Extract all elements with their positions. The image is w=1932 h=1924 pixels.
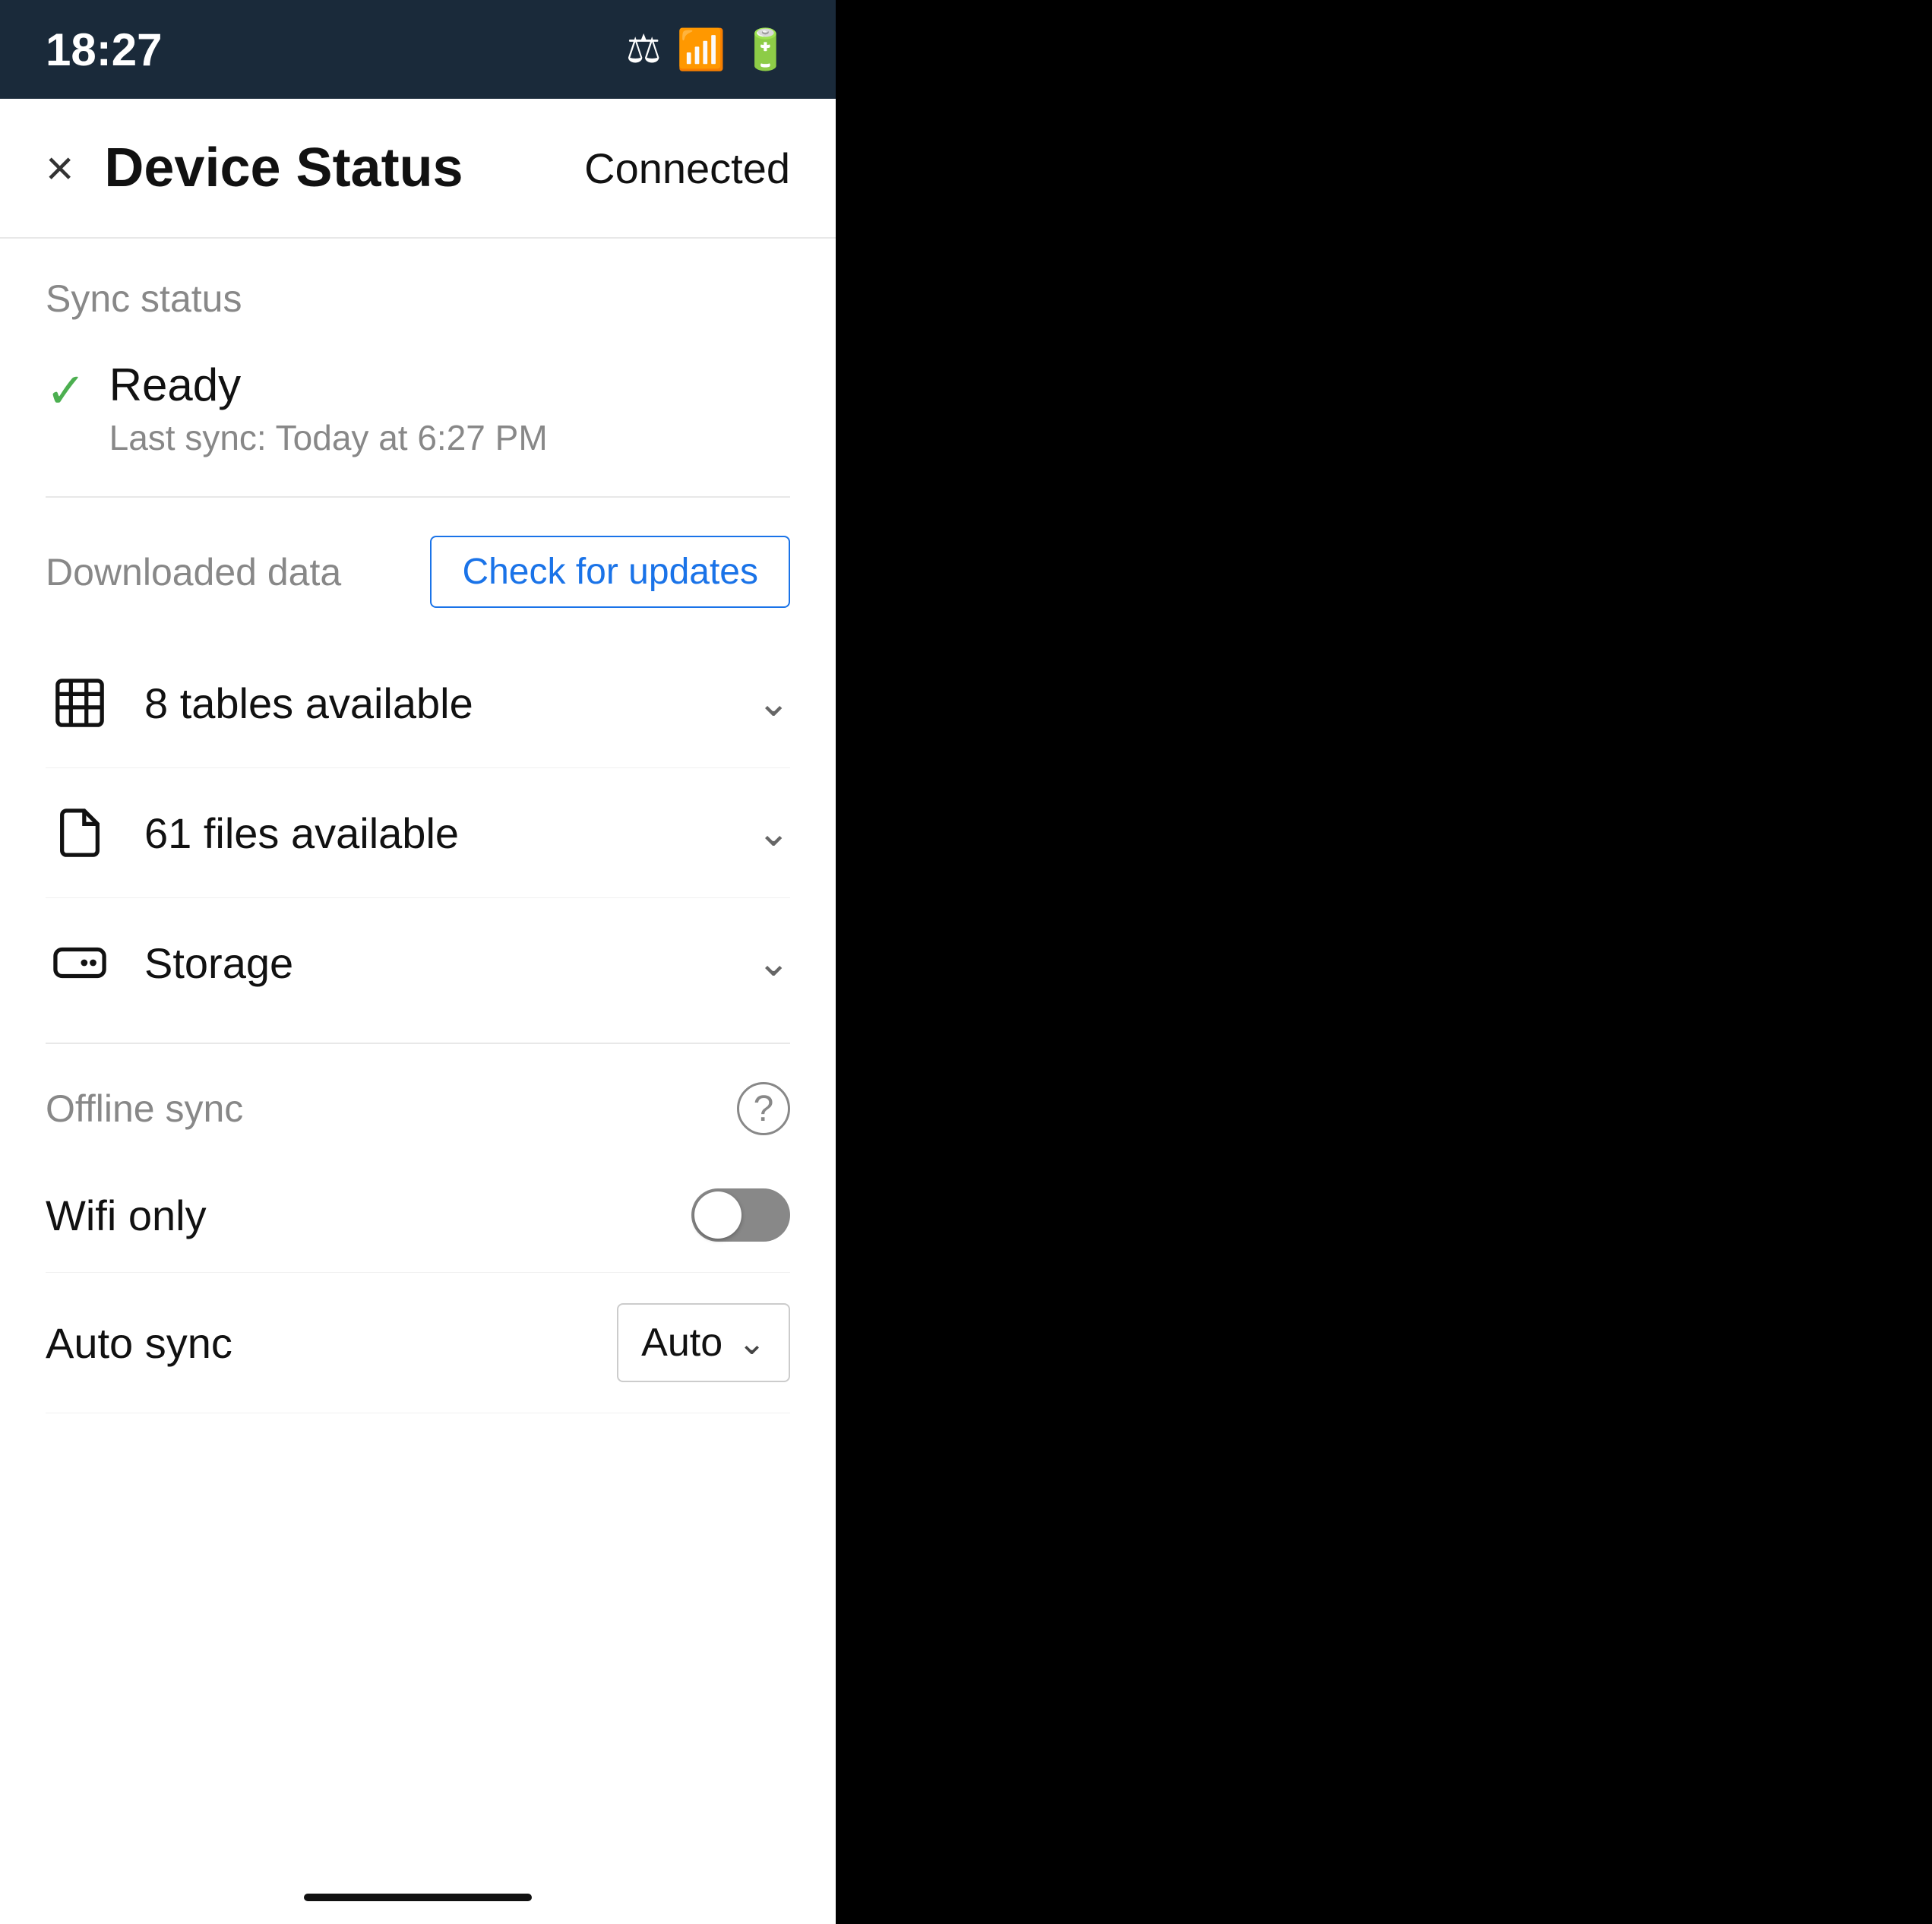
sync-last-sync: Last sync: Today at 6:27 PM [109,417,548,458]
auto-sync-label: Auto sync [46,1318,232,1368]
status-bar: 18:27 ⚖ 📶 🔋 [0,0,836,99]
files-chevron-icon: ⌄ [757,810,790,856]
file-icon [46,799,114,867]
right-panel [836,0,1932,1924]
header: × Device Status Connected [0,99,836,239]
home-indicator [304,1894,532,1901]
offline-section-label: Offline sync [46,1087,243,1131]
offline-sync-section: Offline sync ? Wifi only Auto sync Auto … [0,1044,836,1429]
ready-check-icon: ✓ [46,362,87,419]
sync-text-block: Ready Last sync: Today at 6:27 PM [109,359,548,458]
storage-row[interactable]: Storage ⌄ [46,898,790,1027]
battery-icon: 🔋 [741,27,790,73]
storage-chevron-icon: ⌄ [757,940,790,986]
connected-status: Connected [584,144,790,193]
phone-panel: 18:27 ⚖ 📶 🔋 × Device Status Connected Sy… [0,0,836,1924]
sync-status-section: Sync status ✓ Ready Last sync: Today at … [0,239,836,496]
sync-row: ✓ Ready Last sync: Today at 6:27 PM [46,343,790,473]
storage-icon [46,929,114,997]
wifi-only-row: Wifi only [46,1158,790,1273]
auto-sync-dropdown[interactable]: Auto ⌄ [617,1303,790,1382]
wifi-only-toggle[interactable] [691,1188,790,1242]
status-icons: ⚖ 📶 🔋 [626,27,790,73]
downloaded-header: Downloaded data Check for updates [46,536,790,608]
help-icon[interactable]: ? [737,1082,790,1135]
wifi-icon: 📶 [677,27,726,73]
files-label: 61 files available [144,809,757,858]
tables-label: 8 tables available [144,679,757,728]
dropdown-arrow-icon: ⌄ [738,1324,766,1362]
signal-icon: ⚖ [626,27,662,72]
offline-header: Offline sync ? [46,1082,790,1135]
auto-sync-row: Auto sync Auto ⌄ [46,1273,790,1413]
tables-chevron-icon: ⌄ [757,680,790,726]
close-button[interactable]: × [46,144,74,192]
downloaded-section-label: Downloaded data [46,550,341,594]
wifi-only-label: Wifi only [46,1191,207,1240]
auto-sync-value: Auto [641,1320,723,1365]
check-updates-button[interactable]: Check for updates [430,536,790,608]
storage-label: Storage [144,938,757,988]
sync-section-label: Sync status [46,277,790,321]
files-row[interactable]: 61 files available ⌄ [46,768,790,898]
sync-ready-label: Ready [109,359,548,411]
tables-row[interactable]: 8 tables available ⌄ [46,638,790,768]
table-icon [46,669,114,737]
page-title: Device Status [104,137,584,199]
downloaded-data-section: Downloaded data Check for updates 8 tabl… [0,498,836,1043]
status-time: 18:27 [46,24,162,76]
toggle-knob [694,1191,741,1239]
